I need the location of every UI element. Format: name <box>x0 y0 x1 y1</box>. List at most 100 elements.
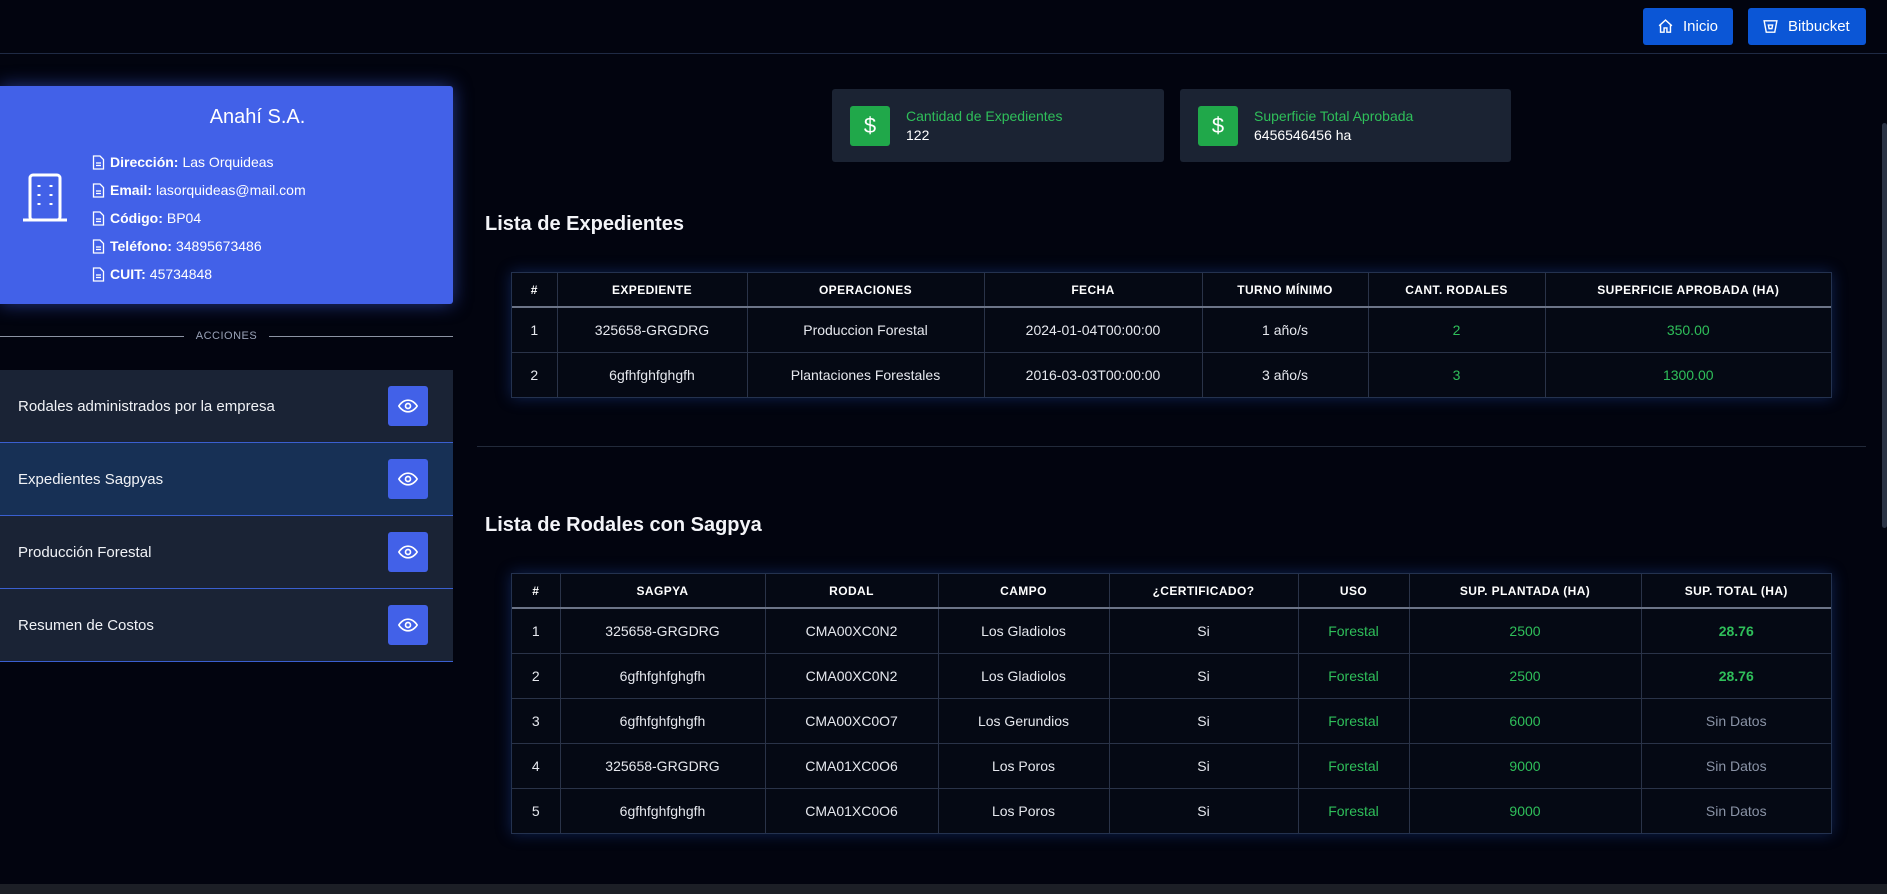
view-button[interactable] <box>388 605 428 645</box>
top-navbar: Inicio Bitbucket <box>0 0 1887 54</box>
table-cell: Los Gerundios <box>938 698 1110 744</box>
table-cell: Los Gladiolos <box>938 608 1110 654</box>
document-icon <box>92 210 105 226</box>
action-expedientes[interactable]: Expedientes Sagpyas <box>0 443 453 516</box>
view-button[interactable] <box>388 459 428 499</box>
divider-line <box>269 335 453 337</box>
table-cell: 2016-03-03T00:00:00 <box>984 352 1203 397</box>
table-cell: 325658-GRGDRG <box>560 743 766 789</box>
action-label: Expedientes Sagpyas <box>18 470 164 488</box>
table-cell: 3 <box>1368 352 1546 397</box>
acciones-label: ACCIONES <box>195 330 258 342</box>
field-direccion: Dirección: Las Orquideas <box>92 148 306 176</box>
table-cell: Sin Datos <box>1641 698 1831 744</box>
table-cell: Forestal <box>1298 608 1410 654</box>
table-cell: Los Poros <box>938 743 1110 789</box>
table-cell: Produccion Forestal <box>747 307 985 353</box>
table-cell: 350.00 <box>1545 307 1831 353</box>
table-header-row: # EXPEDIENTE OPERACIONES FECHA TURNO MÍN… <box>512 273 1831 308</box>
table-row: 4 325658-GRGDRG CMA01XC0O6 Los Poros Si … <box>512 743 1831 789</box>
bitbucket-button[interactable]: Bitbucket <box>1748 8 1866 45</box>
column-header: SAGPYA <box>560 574 766 609</box>
table-cell: 3 <box>512 698 561 744</box>
eye-icon <box>398 399 418 413</box>
action-label: Resumen de Costos <box>18 616 154 634</box>
table-cell: 6gfhfghfghgfh <box>560 653 766 699</box>
table-cell: Sin Datos <box>1641 743 1831 789</box>
field-label: Código: <box>110 210 163 226</box>
action-produccion[interactable]: Producción Forestal <box>0 516 453 589</box>
inicio-button[interactable]: Inicio <box>1643 8 1733 45</box>
bitbucket-icon <box>1763 20 1778 33</box>
os-taskbar <box>0 884 1887 894</box>
table-cell: 6000 <box>1409 698 1642 744</box>
page-scrollbar[interactable] <box>1882 123 1887 528</box>
table-cell: Sin Datos <box>1705 802 1767 819</box>
table-cell: Los Gladiolos <box>938 653 1110 699</box>
actions-list: Rodales administrados por la empresa Exp… <box>0 370 453 662</box>
field-email: Email: lasorquideas@mail.com <box>92 176 306 204</box>
table-cell: 325658-GRGDRG <box>557 307 748 353</box>
table-cell: 6gfhfghfghgfh <box>560 698 766 744</box>
field-label: CUIT: <box>110 266 146 282</box>
column-header: # <box>512 273 558 308</box>
field-value: BP04 <box>166 210 202 226</box>
table-cell: 1 <box>512 608 561 654</box>
expedientes-table: # EXPEDIENTE OPERACIONES FECHA TURNO MÍN… <box>511 272 1832 398</box>
stat-card-expedientes: $ Cantidad de Expedientes 122 <box>832 89 1164 162</box>
document-icon <box>92 238 105 254</box>
table-cell: Si <box>1109 608 1299 654</box>
table-cell: 2500 <box>1409 608 1642 654</box>
table-cell: 2 <box>512 352 558 397</box>
rodales-table: # SAGPYA RODAL CAMPO ¿CERTIFICADO? USO S… <box>511 573 1832 834</box>
table-row: 5 6gfhfghfghgfh CMA01XC0O6 Los Poros Si … <box>512 788 1831 833</box>
section-divider <box>477 446 1866 447</box>
column-header: FECHA <box>984 273 1203 308</box>
table-header-row: # SAGPYA RODAL CAMPO ¿CERTIFICADO? USO S… <box>512 574 1831 609</box>
view-button[interactable] <box>388 532 428 572</box>
column-header: SUPERFICIE APROBADA (HA) <box>1545 273 1831 308</box>
field-value: Las Orquideas <box>182 154 274 170</box>
dollar-icon: $ <box>1198 105 1238 146</box>
table-cell: 28.76 <box>1641 608 1831 654</box>
document-icon <box>92 154 105 170</box>
rodales-title: Lista de Rodales con Sagpya <box>485 514 762 536</box>
table-cell: CMA01XC0O6 <box>765 743 939 789</box>
column-header: USO <box>1298 574 1410 609</box>
company-name: Anahí S.A. <box>209 106 306 128</box>
stat-label: Superficie Total Aprobada <box>1254 108 1414 124</box>
table-cell: 9000 <box>1409 743 1642 789</box>
table-cell: CMA00XC0N2 <box>765 653 939 699</box>
table-cell: 2024-01-04T00:00:00 <box>984 307 1203 353</box>
table-row: 1 325658-GRGDRG CMA00XC0N2 Los Gladiolos… <box>512 608 1831 654</box>
table-cell: Plantaciones Forestales <box>747 352 985 397</box>
table-cell: 1 <box>512 307 558 353</box>
action-rodales[interactable]: Rodales administrados por la empresa <box>0 370 453 443</box>
table-cell: 1 año/s <box>1202 307 1369 353</box>
table-cell: 2500 <box>1409 653 1642 699</box>
table-cell: Forestal <box>1298 788 1410 833</box>
building-icon <box>23 173 67 222</box>
column-header: TURNO MÍNIMO <box>1202 273 1369 308</box>
table-cell: 6gfhfghfghgfh <box>557 352 748 397</box>
field-cuit: CUIT: 45734848 <box>92 260 306 288</box>
table-cell: Los Poros <box>938 788 1110 833</box>
field-label: Email: <box>110 182 153 198</box>
divider-line <box>0 335 184 337</box>
eye-icon <box>398 545 418 559</box>
stat-card-superficie: $ Superficie Total Aprobada 6456546456 h… <box>1180 89 1511 162</box>
table-cell: 9000 <box>1409 788 1642 833</box>
field-label: Teléfono: <box>110 238 172 254</box>
action-label: Producción Forestal <box>18 543 152 561</box>
field-value: lasorquideas@mail.com <box>156 182 306 198</box>
view-button[interactable] <box>388 386 428 426</box>
table-cell: 6gfhfghfghgfh <box>560 788 766 833</box>
bitbucket-label: Bitbucket <box>1788 18 1850 35</box>
table-cell: Forestal <box>1298 653 1410 699</box>
column-header: SUP. TOTAL (HA) <box>1641 574 1831 609</box>
column-header: SUP. PLANTADA (HA) <box>1409 574 1642 609</box>
action-costos[interactable]: Resumen de Costos <box>0 589 453 662</box>
company-fields: Dirección: Las Orquideas Email: lasorqui… <box>92 148 306 288</box>
document-icon <box>92 182 105 198</box>
stat-value: 122 <box>906 127 930 143</box>
